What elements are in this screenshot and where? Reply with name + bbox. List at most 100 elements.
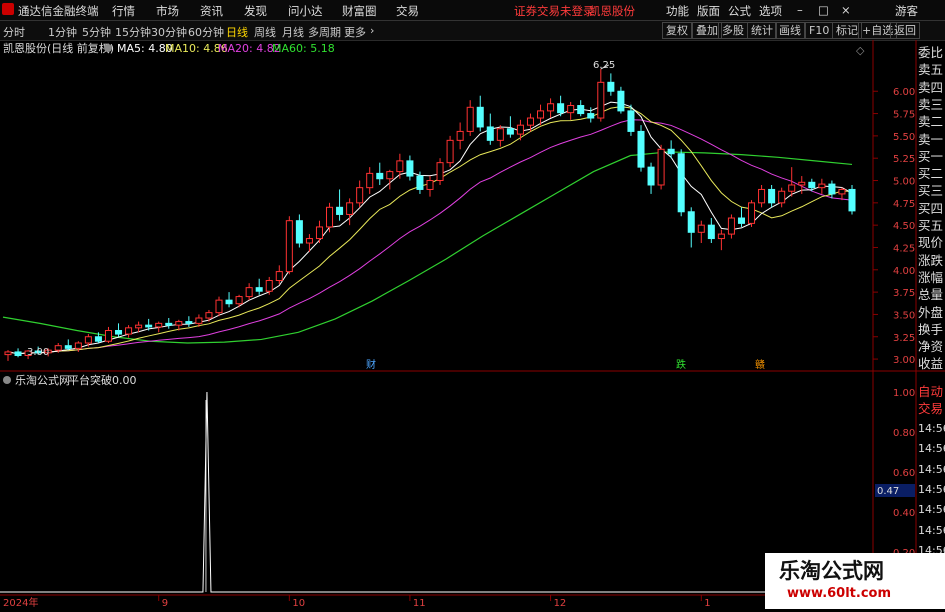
candle[interactable] — [426, 176, 434, 197]
menu-item-news[interactable]: 资讯 — [200, 3, 223, 19]
menu-item-market[interactable]: 市场 — [156, 3, 179, 19]
trade-label[interactable]: 交易 — [918, 400, 945, 417]
candle[interactable] — [295, 214, 303, 248]
candle[interactable] — [647, 162, 655, 194]
candle[interactable] — [4, 350, 12, 361]
event-marker-gan[interactable]: 赣 — [755, 358, 765, 371]
settings-icon[interactable] — [104, 44, 112, 52]
multi-stock-button[interactable]: 多股 — [718, 22, 748, 39]
candle[interactable] — [657, 144, 665, 190]
more-chevron-icon[interactable]: › — [370, 24, 374, 37]
candle[interactable] — [526, 113, 534, 132]
menu-item-quotes[interactable]: 行情 — [112, 3, 135, 19]
candle[interactable] — [737, 207, 745, 227]
period-tab-day[interactable]: 日线 — [226, 24, 248, 40]
event-marker-finance[interactable]: 财 — [366, 358, 376, 371]
user-label[interactable]: 游客 — [895, 3, 918, 19]
candle[interactable] — [476, 95, 484, 132]
candle[interactable] — [346, 198, 354, 226]
candle[interactable] — [356, 180, 364, 208]
period-tab-month[interactable]: 月线 — [282, 24, 304, 40]
candle[interactable] — [376, 162, 384, 185]
candle[interactable] — [577, 100, 585, 117]
candle[interactable] — [637, 125, 645, 172]
candle[interactable] — [406, 155, 414, 181]
candle[interactable] — [14, 348, 22, 358]
candle[interactable] — [768, 184, 776, 208]
candle[interactable] — [848, 184, 856, 215]
period-tab-30min[interactable]: 30分钟 — [151, 24, 187, 40]
candle[interactable] — [155, 321, 163, 333]
candle[interactable] — [748, 200, 756, 227]
candle[interactable] — [285, 216, 293, 275]
candle[interactable] — [396, 153, 404, 179]
period-tab-1min[interactable]: 1分钟 — [48, 24, 77, 40]
candle[interactable] — [315, 220, 323, 244]
draw-line-button[interactable]: 画线 — [775, 22, 805, 39]
candle[interactable] — [697, 220, 705, 244]
login-notice[interactable]: 证券交易未登录 — [514, 3, 595, 19]
candle[interactable] — [386, 169, 394, 190]
candle[interactable] — [516, 119, 524, 141]
candle[interactable] — [245, 283, 253, 301]
back-button[interactable]: 返回 — [890, 22, 920, 39]
candle[interactable] — [104, 326, 112, 344]
candle[interactable] — [215, 296, 223, 317]
menu-item-layout[interactable]: 版面 — [697, 3, 720, 19]
candle[interactable] — [446, 135, 454, 168]
panel-toggle-icon[interactable]: ◇ — [856, 44, 865, 57]
candle[interactable] — [496, 125, 504, 147]
menu-item-fortune[interactable]: 财富圈 — [342, 3, 377, 19]
period-tab-timeshare[interactable]: 分时 — [3, 24, 25, 40]
candle[interactable] — [758, 184, 766, 208]
kline-chart[interactable]: 6.00 5.75 5.50 5.25 5.00 4.75 4.50 4.25 4.00 3.75… — [0, 40, 945, 609]
candle[interactable] — [366, 167, 374, 194]
candle[interactable] — [436, 158, 444, 185]
candle[interactable] — [326, 202, 334, 233]
candle[interactable] — [567, 101, 575, 120]
auto-trade-label[interactable]: 自动 — [918, 383, 945, 400]
candle[interactable] — [547, 98, 555, 119]
candle[interactable] — [717, 229, 725, 251]
menu-item-discover[interactable]: 发现 — [244, 3, 267, 19]
f10-button[interactable]: F10 — [805, 22, 834, 39]
period-tab-multi[interactable]: 多周期 — [308, 24, 341, 40]
candle[interactable] — [778, 187, 786, 208]
indicator-settings-icon[interactable] — [3, 376, 11, 384]
candle[interactable] — [225, 292, 233, 308]
period-tab-week[interactable]: 周线 — [254, 24, 276, 40]
candle[interactable] — [557, 95, 565, 117]
menu-item-function[interactable]: 功能 — [666, 3, 689, 19]
candle[interactable] — [707, 218, 715, 244]
candle[interactable] — [607, 73, 615, 96]
menu-item-assistant[interactable]: 问小达 — [288, 3, 323, 19]
candle[interactable] — [486, 113, 494, 145]
candle[interactable] — [255, 278, 263, 295]
candle[interactable] — [125, 325, 133, 338]
candle[interactable] — [265, 276, 273, 295]
period-tab-more[interactable]: 更多 — [344, 24, 366, 40]
candle[interactable] — [64, 339, 72, 351]
candle[interactable] — [336, 189, 344, 221]
candle[interactable] — [456, 122, 464, 150]
stats-button[interactable]: 统计 — [747, 22, 777, 39]
candle[interactable] — [617, 86, 625, 114]
candle[interactable] — [677, 149, 685, 217]
menu-item-trade[interactable]: 交易 — [396, 3, 419, 19]
minimize-icon[interactable]: – — [797, 3, 803, 17]
maximize-icon[interactable]: □ — [818, 3, 829, 17]
event-marker-drop[interactable]: 跌 — [676, 358, 686, 371]
adjust-button[interactable]: 复权 — [662, 22, 692, 39]
candle[interactable] — [205, 309, 213, 322]
candle[interactable] — [275, 265, 283, 285]
close-icon[interactable]: × — [841, 3, 851, 17]
candle[interactable] — [818, 178, 826, 194]
candle[interactable] — [165, 318, 173, 329]
menu-item-options[interactable]: 选项 — [759, 3, 782, 19]
period-tab-15min[interactable]: 15分钟 — [115, 24, 151, 40]
candle[interactable] — [115, 323, 123, 337]
candle[interactable] — [727, 214, 735, 239]
chart-area[interactable]: 6.00 5.75 5.50 5.25 5.00 4.75 4.50 4.25 4.00 3.75… — [0, 40, 945, 609]
menu-item-formula[interactable]: 公式 — [728, 3, 751, 19]
candle[interactable] — [185, 316, 193, 327]
